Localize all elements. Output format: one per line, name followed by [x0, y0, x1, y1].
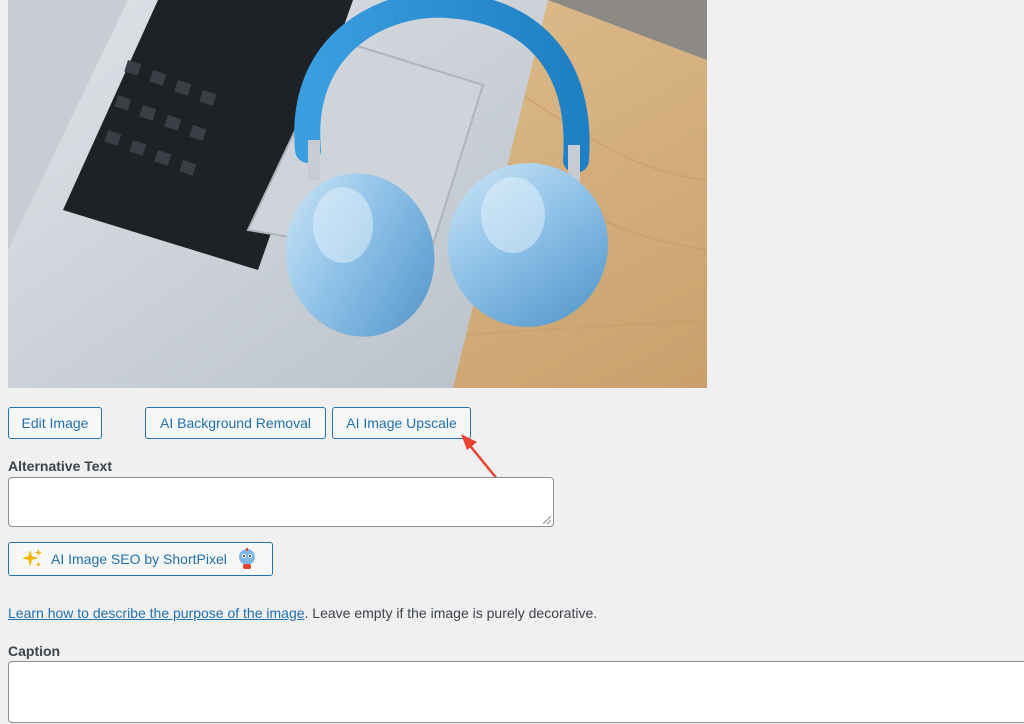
attachment-details: Edit Image AI Background Removal AI Imag… — [0, 0, 1024, 724]
alt-text-help: Learn how to describe the purpose of the… — [8, 605, 597, 621]
headphones-photo — [8, 0, 707, 388]
ai-image-upscale-button[interactable]: AI Image Upscale — [332, 407, 471, 439]
ai-image-seo-label: AI Image SEO by ShortPixel — [51, 551, 227, 567]
resize-handle-icon[interactable] — [543, 516, 551, 524]
sparkles-icon — [21, 548, 43, 568]
alt-text-help-suffix: . Leave empty if the image is purely dec… — [304, 605, 598, 621]
ai-image-seo-button[interactable]: AI Image SEO by ShortPixel — [8, 542, 273, 576]
describe-purpose-link[interactable]: Learn how to describe the purpose of the… — [8, 605, 305, 621]
alt-text-field[interactable] — [8, 477, 554, 527]
caption-label: Caption — [8, 643, 61, 659]
shortpixel-robot-icon — [238, 548, 255, 569]
edit-image-button[interactable]: Edit Image — [8, 407, 102, 439]
caption-field[interactable] — [8, 661, 1024, 723]
image-preview — [8, 0, 707, 388]
ai-background-removal-button[interactable]: AI Background Removal — [145, 407, 326, 439]
alt-text-label: Alternative Text — [8, 458, 112, 474]
